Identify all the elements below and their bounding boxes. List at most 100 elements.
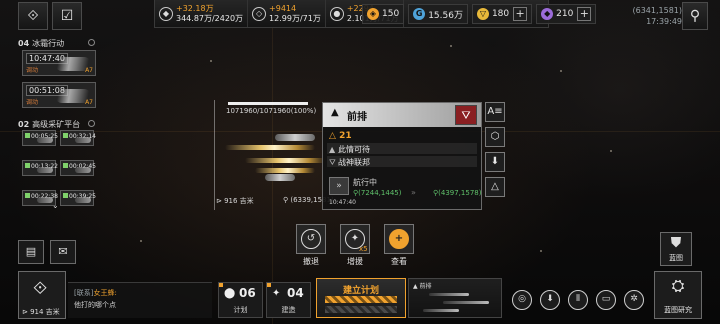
ship-thumbnail [37, 197, 53, 203]
fleet-detail-button[interactable]: A≡ [485, 102, 505, 122]
log-button[interactable]: ▤ [18, 240, 44, 264]
group-name: 冰霜行动 [32, 39, 65, 48]
arrow-down-icon: ⬇ [546, 294, 554, 304]
build-plan-button[interactable]: 建立计划 [316, 278, 406, 318]
mining-fleet-item[interactable]: 00:02:45 [60, 160, 96, 176]
add-token-button[interactable]: + [513, 7, 528, 21]
level-value: 21 [339, 131, 352, 141]
fleet-status: 调动 [26, 67, 39, 74]
formation-button[interactable]: △ [485, 177, 505, 197]
folder-icon: ▭ [601, 294, 611, 304]
group-toggle[interactable] [88, 120, 95, 127]
destination-coords[interactable]: ⚲(4397,1578) [433, 189, 481, 197]
fleet-card[interactable]: 10:47:40 调动 A7 [22, 50, 96, 76]
recall-button[interactable]: ⬇ [485, 152, 505, 172]
resource-crystal[interactable]: ◇ +9414 12.99万/71万 [248, 0, 326, 27]
chevron-down-icon[interactable]: ⌄ [52, 201, 59, 210]
fleet-hp-bar [228, 102, 308, 105]
fleet-group-2[interactable]: 02 高级采矿平台 [18, 119, 80, 130]
retreat-button[interactable]: ↺ [296, 224, 326, 254]
list-icon: A≡ [487, 106, 503, 117]
selected-fleet-formation[interactable] [214, 100, 325, 210]
folder-button[interactable]: ▭ [596, 290, 616, 310]
fleet-level: △ 21 [329, 131, 352, 141]
mining-fleet-item[interactable]: 00:39:25 [60, 190, 96, 206]
gem-icon: ◆ [541, 8, 554, 20]
ships-icon: ⫴ [576, 294, 580, 304]
token-value: 180 [491, 9, 510, 19]
deuterium-icon: ● [329, 6, 344, 21]
group-number: 04 [18, 39, 30, 48]
ship-trail [255, 168, 315, 173]
cube-icon: ⬡ [490, 131, 500, 142]
fleet-info-header: ▲ 前排 ⛛ [323, 103, 481, 127]
token-chip[interactable]: ▽ 180 + [471, 4, 533, 24]
plans-counter[interactable]: ⬤ 06 计划 [218, 282, 263, 318]
mining-icon [63, 163, 68, 168]
chat-preview[interactable]: [联系]女王蜂: 他打的哪个点 [68, 282, 212, 318]
metal-value: 344.87万/2420万 [176, 13, 244, 23]
chat-header: [联系]女王蜂: [74, 288, 117, 298]
origin-coords-value: (7244,1445) [358, 189, 402, 197]
origin-coords[interactable]: ⚲(7244,1445) [353, 189, 401, 197]
metal-rate: +32.18万 [176, 3, 214, 13]
builds-value: 04 [287, 286, 304, 300]
coords-readout: (6341,1581) 17:39:49 [632, 5, 682, 27]
alliance-icon: ⛛ [329, 158, 336, 167]
gem-chip[interactable]: ◆ 210 + [536, 4, 597, 24]
mining-icon [25, 193, 30, 198]
builds-counter[interactable]: ✦ 04 建造 [266, 282, 311, 318]
collapse-icon[interactable]: ▲ [331, 107, 339, 118]
home-base-button[interactable]: ⟐ ⊳ 914 吉米 [18, 271, 66, 319]
bookmark-button[interactable]: ⚲ [682, 2, 708, 30]
blueprint-research-button[interactable]: ⛭ 蓝图研究 [654, 271, 702, 319]
view-button[interactable]: + [384, 224, 414, 254]
build-queue-preview[interactable]: ▲ 前排 [408, 278, 502, 318]
corner-mark [267, 283, 271, 287]
mining-fleet-item[interactable]: 00:05:25 [22, 130, 58, 146]
chat-sender: 女王蜂: [93, 289, 117, 297]
destination-coords-value: (4397,1578) [438, 189, 482, 197]
ship-thumbnail [75, 197, 91, 203]
blueprint-icon: ⛊ [670, 235, 682, 251]
credit-chip[interactable]: G 15.56万 [408, 4, 468, 24]
plan-icon: ⬤ [224, 288, 236, 299]
mining-fleet-item[interactable]: 00:32:14 [60, 130, 96, 146]
settings-button[interactable]: ✲ [624, 290, 644, 310]
mining-fleet-item[interactable]: 00:13:22 [22, 160, 58, 176]
download-button[interactable]: ⬇ [540, 290, 560, 310]
retreat-label: 撤退 [303, 257, 319, 266]
base-distance: ⊳ 914 吉米 [22, 308, 60, 316]
spiral-icon: ◎ [518, 294, 526, 304]
chat-message: 他打的哪个点 [74, 301, 116, 309]
group-toggle[interactable] [88, 39, 95, 46]
corner-mark [219, 283, 223, 287]
mail-button[interactable]: ✉ [50, 240, 76, 264]
navigation-icon: » [329, 177, 349, 195]
tasks-button[interactable]: ☑ [52, 2, 82, 30]
galaxy-button[interactable]: ◎ [512, 290, 532, 310]
gear-icon: ✲ [630, 294, 638, 304]
game-screen: ⟐ ☑ ◆ +32.18万 344.87万/2420万 ◇ +9414 12.99万… [0, 0, 720, 324]
fleet-card[interactable]: 00:51:08 调动 A7 [22, 82, 96, 108]
mining-fleet-item[interactable]: 00:22:38 [22, 190, 58, 206]
blueprint-button[interactable]: ⛊ 蓝图 [660, 232, 692, 266]
fuel-chip[interactable]: ◈ 150 [362, 4, 405, 24]
mining-icon [63, 193, 68, 198]
cargo-button[interactable]: ⬡ [485, 127, 505, 147]
builds-label: 建造 [281, 306, 296, 314]
star [540, 250, 542, 252]
retreat-icon: ↺ [301, 229, 321, 249]
build-icon: ✦ [272, 288, 281, 299]
view-icon: + [389, 229, 409, 249]
fleet-button[interactable]: ⫴ [568, 290, 588, 310]
resource-metal[interactable]: ◆ +32.18万 344.87万/2420万 [155, 0, 249, 27]
alliance-row: ⛛ 战神联邦 [329, 157, 370, 168]
crystal-value: 12.99万/71万 [269, 13, 321, 23]
map-mode-button[interactable]: ⟐ [18, 2, 48, 30]
arrow-icon: » [411, 188, 416, 197]
ship-sprite [275, 134, 315, 141]
plans-value: 06 [239, 286, 256, 300]
fleet-group-1[interactable]: 04 冰霜行动 [18, 38, 64, 49]
add-gem-button[interactable]: + [577, 7, 592, 21]
